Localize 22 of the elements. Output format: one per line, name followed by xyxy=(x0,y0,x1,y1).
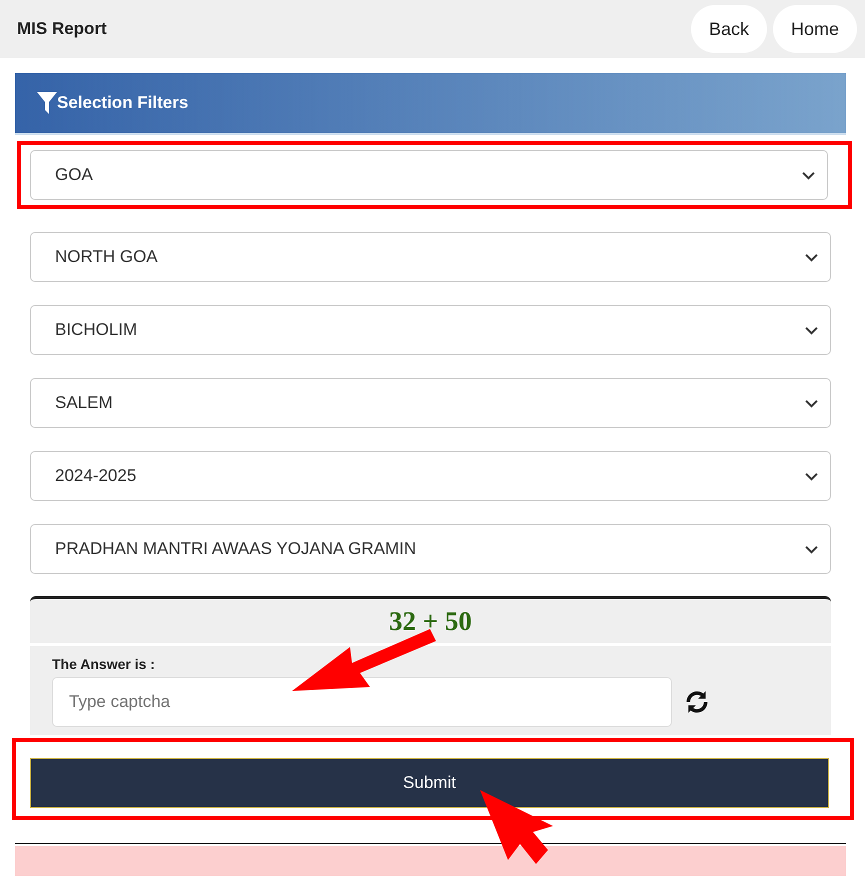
chevron-down-icon xyxy=(805,544,818,554)
chevron-down-icon xyxy=(805,252,818,262)
chevron-down-icon xyxy=(802,170,815,180)
dropdown-field[interactable]: NORTH GOA xyxy=(30,232,831,282)
dropdown-field[interactable]: SALEM xyxy=(30,378,831,428)
nav-button[interactable]: Home xyxy=(772,5,857,53)
chevron-down-icon xyxy=(805,326,818,334)
dropdown-field[interactable]: BICHOLIM xyxy=(30,305,831,355)
panel-title: Selection Filters xyxy=(57,93,188,113)
filter-icon xyxy=(37,92,57,114)
chevron-down-icon xyxy=(805,472,818,480)
captcha-question: 32 + 50 xyxy=(389,606,472,636)
submit-button[interactable]: Submit xyxy=(30,758,829,808)
dropdown-field[interactable]: 2024-2025 xyxy=(30,451,831,501)
dropdown-field[interactable]: GOA xyxy=(30,150,828,200)
dropdown-field[interactable]: PRADHAN MANTRI AWAAS YOJANA GRAMIN xyxy=(30,524,831,574)
refresh-icon[interactable] xyxy=(684,689,710,715)
answer-label: The Answer is : xyxy=(52,656,155,672)
captcha-input[interactable]: Type captcha xyxy=(52,677,672,727)
chevron-down-icon xyxy=(805,398,818,408)
nav-button[interactable]: Back xyxy=(690,5,767,53)
page-title: MIS Report xyxy=(17,19,107,39)
